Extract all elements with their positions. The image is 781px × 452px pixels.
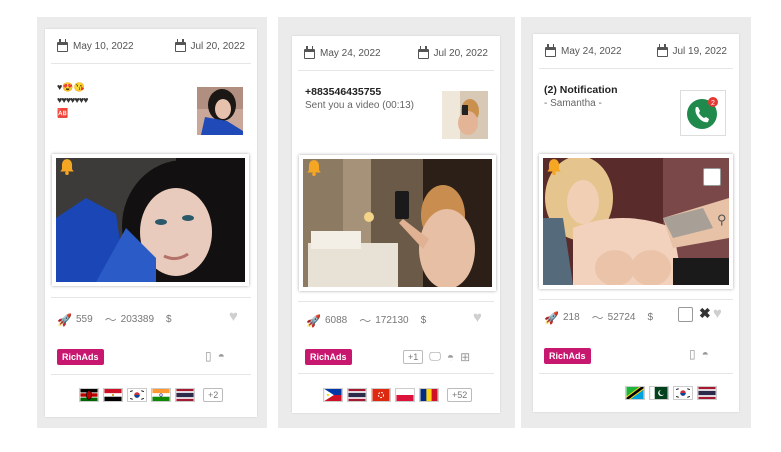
- start-date: May 10, 2022: [57, 38, 134, 52]
- calendar-icon: [174, 38, 186, 52]
- notification-subtitle: - Samantha -: [544, 98, 602, 109]
- notification-thumbnail[interactable]: [197, 87, 243, 135]
- ad-card-1[interactable]: May 10, 2022 Jul 20, 2022 ♥😍😘 ♥♥♥♥♥♥♥ 🆎: [45, 29, 257, 417]
- platform-icons: ▯ ◓: [205, 349, 225, 363]
- flag-hong-kong-icon: [371, 388, 391, 402]
- creative-photo: [56, 158, 245, 282]
- flag-thailand-icon: [175, 388, 195, 402]
- flag-thailand-icon: [347, 388, 367, 402]
- notification-text: ♥😍😘 ♥♥♥♥♥♥♥ 🆎: [57, 81, 88, 120]
- impressions-count: 52724: [607, 312, 636, 323]
- android-icon: ◓: [446, 349, 455, 364]
- impressions-count: 172130: [375, 315, 409, 326]
- ad-creative-image[interactable]: [52, 154, 249, 286]
- heart-icon[interactable]: ♥: [229, 308, 238, 325]
- clicks-count: 559: [75, 314, 93, 325]
- flag-south-korea-icon: [127, 388, 147, 402]
- trend-icon: 〜: [591, 311, 604, 325]
- start-date: May 24, 2022: [545, 43, 622, 57]
- ad-creative-image[interactable]: [299, 155, 496, 291]
- rocket-icon: 🚀: [544, 310, 559, 325]
- more-countries-button[interactable]: +2: [203, 388, 224, 402]
- phone-badge-count: 2: [711, 100, 715, 107]
- notification-subtitle: Sent you a video (00:13): [305, 100, 414, 111]
- platform-icons: +1 🖵 ◓ ⊞: [403, 349, 470, 364]
- creative-photo: [543, 158, 729, 285]
- notification-line: ♥♥♥♥♥♥♥: [57, 95, 88, 105]
- calendar-icon: [656, 43, 668, 57]
- desktop-icon: 🖵: [429, 349, 441, 363]
- ad-creative-image[interactable]: [539, 154, 733, 289]
- notification-line: ♥😍😘: [57, 82, 85, 92]
- network-badge: RichAds: [305, 349, 352, 365]
- more-countries-button[interactable]: +52: [447, 388, 473, 402]
- mobile-icon: ▯: [689, 347, 696, 361]
- windows-icon: ⊞: [460, 349, 471, 364]
- more-platforms-button[interactable]: +1: [403, 349, 424, 364]
- currency-symbol: $: [647, 312, 654, 323]
- flag-thailand-icon: [697, 386, 717, 400]
- stats-row: 🚀 559 〜 203389 $: [57, 311, 172, 328]
- calendar-icon: [304, 45, 315, 59]
- heart-icon[interactable]: ♥: [713, 305, 722, 322]
- start-date: May 24, 2022: [304, 45, 381, 59]
- flag-pakistan-icon: [649, 386, 669, 400]
- rocket-icon: 🚀: [306, 313, 321, 328]
- calendar-icon: [57, 38, 68, 52]
- select-checkbox[interactable]: [703, 168, 721, 186]
- impressions-count: 203389: [120, 314, 155, 325]
- heart-icon[interactable]: ♥: [473, 309, 482, 326]
- country-flags: +2: [79, 388, 224, 402]
- clicks-count: 218: [562, 312, 580, 323]
- android-icon: ◓: [701, 347, 709, 361]
- flag-philippines-icon: [323, 388, 343, 402]
- bell-icon: [547, 159, 561, 175]
- trend-icon: 〜: [359, 314, 372, 328]
- clicks-count: 6088: [324, 315, 348, 326]
- country-flags: +52: [323, 388, 473, 402]
- android-icon: ◓: [217, 349, 225, 363]
- stats-row: 🚀 6088 〜 172130 $: [306, 312, 426, 329]
- ad-card-3[interactable]: May 24, 2022 Jul 19, 2022 (2) Notificati…: [533, 34, 739, 412]
- zoom-icon[interactable]: ⚲: [717, 212, 727, 228]
- close-icon[interactable]: ✖: [699, 305, 711, 322]
- flag-egypt-icon: [103, 388, 123, 402]
- platform-icons: ▯ ◓: [689, 347, 709, 361]
- creative-photo: [303, 159, 492, 287]
- mobile-icon: ▯: [205, 349, 212, 363]
- flag-poland-icon: [395, 388, 415, 402]
- flag-kenya-icon: [79, 388, 99, 402]
- currency-symbol: $: [420, 315, 427, 326]
- flag-india-icon: [151, 388, 171, 402]
- currency-symbol: $: [166, 314, 172, 325]
- notification-title: +883546435755: [305, 86, 382, 98]
- notification-title: (2) Notification: [544, 84, 618, 96]
- end-date: Jul 20, 2022: [417, 45, 488, 59]
- compare-checkbox[interactable]: [678, 307, 693, 322]
- notification-line: 🆎: [57, 108, 69, 118]
- thumbnail-image: [442, 91, 488, 139]
- flag-south-korea-icon: [673, 386, 693, 400]
- bell-icon: [60, 159, 74, 175]
- end-date: Jul 19, 2022: [656, 43, 727, 57]
- calendar-icon: [545, 43, 556, 57]
- notification-text: +883546435755 Sent you a video (00:13): [305, 85, 414, 113]
- network-badge: RichAds: [544, 348, 591, 364]
- country-flags: [625, 386, 717, 400]
- flag-tanzania-icon: [625, 386, 645, 400]
- phone-icon: 2: [687, 97, 718, 129]
- notification-text: (2) Notification - Samantha -: [544, 83, 618, 111]
- thumbnail-image: [197, 87, 243, 135]
- notification-icon[interactable]: 2: [680, 90, 726, 136]
- calendar-icon: [417, 45, 429, 59]
- flag-romania-icon: [419, 388, 439, 402]
- stats-row: 🚀 218 〜 52724 $: [544, 309, 653, 326]
- ad-card-2[interactable]: May 24, 2022 Jul 20, 2022 +883546435755 …: [292, 36, 500, 413]
- rocket-icon: 🚀: [57, 312, 72, 327]
- network-badge: RichAds: [57, 349, 104, 365]
- trend-icon: 〜: [104, 313, 117, 327]
- notification-thumbnail[interactable]: [442, 91, 488, 139]
- end-date: Jul 20, 2022: [174, 38, 245, 52]
- bell-icon: [307, 160, 321, 176]
